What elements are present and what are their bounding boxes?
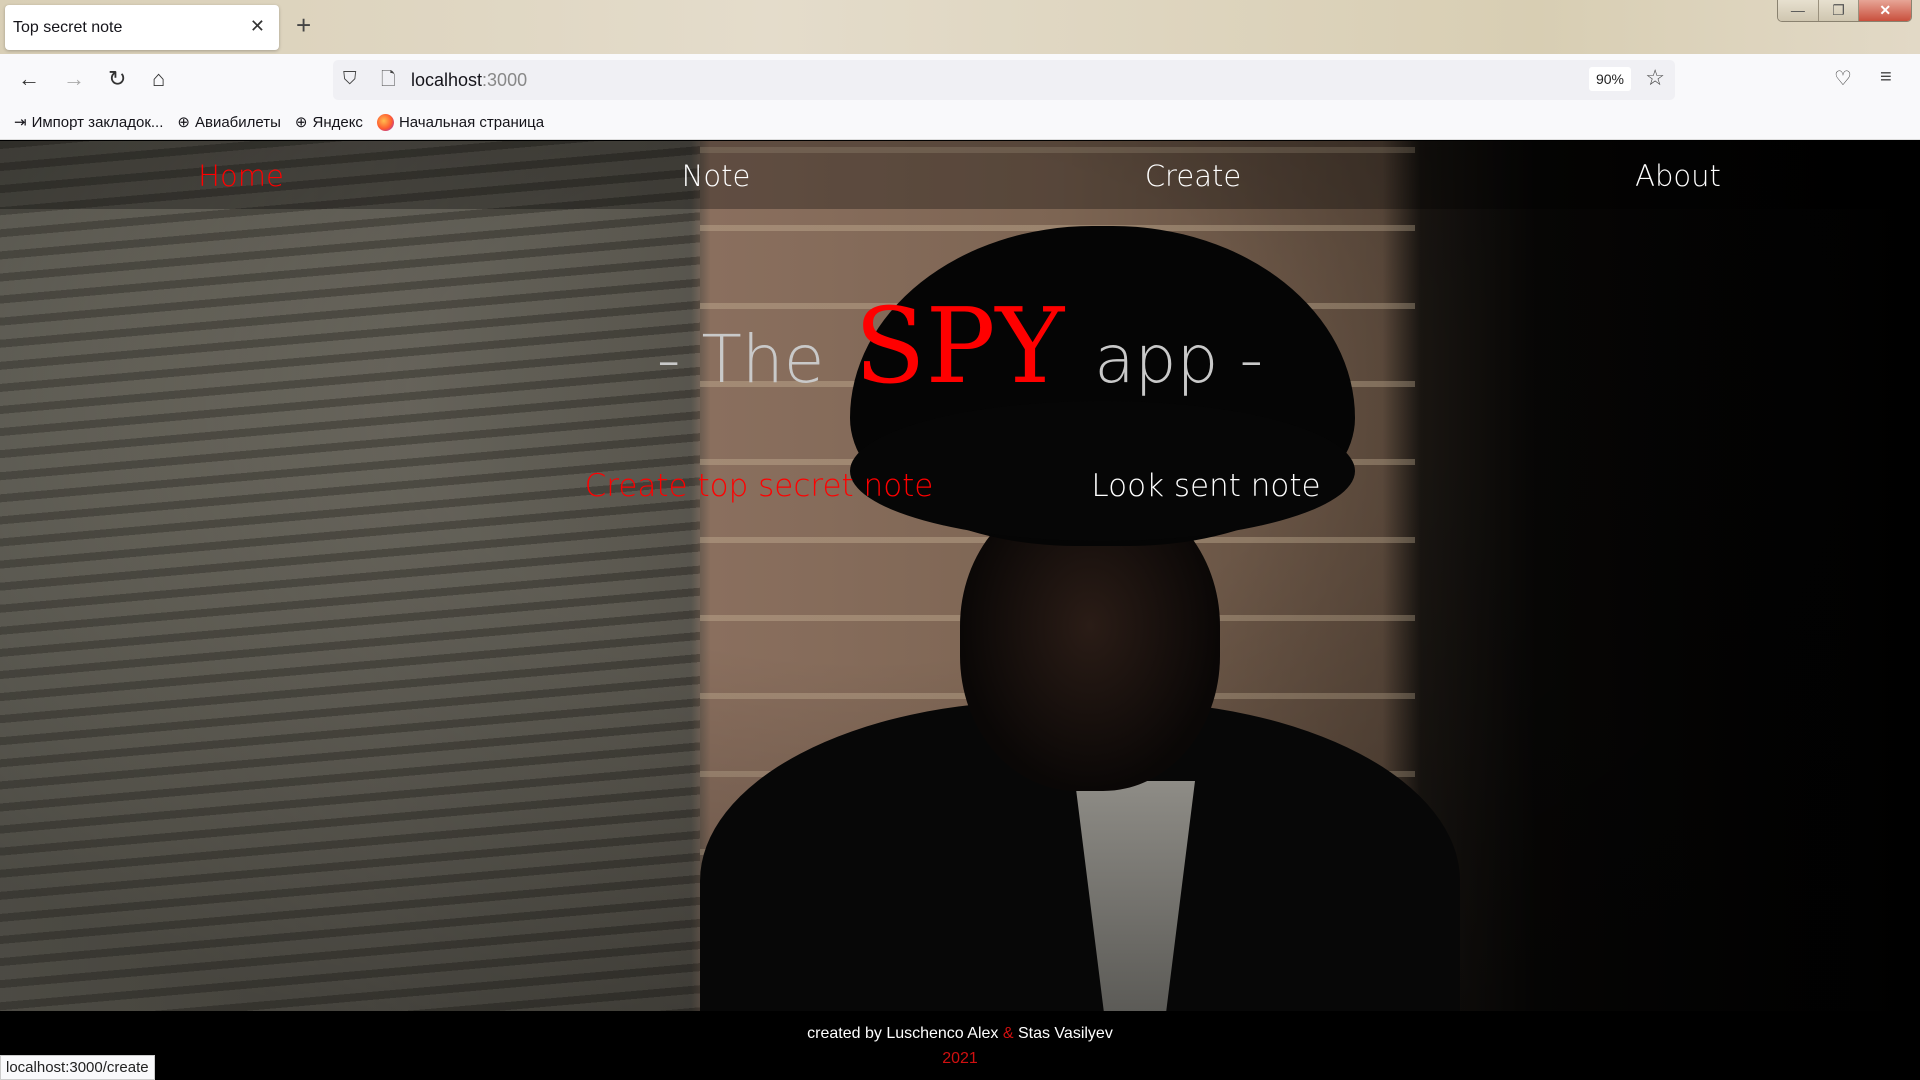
minimize-button[interactable]: — <box>1778 0 1819 21</box>
tab-title: Top secret note <box>13 19 123 36</box>
reload-icon[interactable]: ↻ <box>108 66 126 92</box>
status-bar-url: localhost:3000/create <box>0 1055 155 1080</box>
import-icon: ⇥ <box>14 114 27 131</box>
back-icon[interactable]: ← <box>18 66 40 92</box>
firefox-icon <box>376 113 394 131</box>
globe-icon: ⊕ <box>294 114 308 131</box>
title-prefix: - The <box>656 321 825 398</box>
ampersand: & <box>1002 1025 1014 1042</box>
nav-note[interactable]: Note <box>682 159 751 193</box>
globe-icon: ⊕ <box>177 114 190 131</box>
address-bar[interactable]: ⛉ 🗋 localhost:3000 90% ☆ <box>333 60 1675 100</box>
hero-background-image <box>0 141 1920 1011</box>
bookmark-label: Яндекс <box>312 113 363 131</box>
bookmark-yandex[interactable]: ⊕ Яндекс <box>294 113 363 132</box>
bookmark-label: Начальная страница <box>398 113 545 131</box>
new-tab-button[interactable]: + <box>296 10 311 41</box>
coauthor: Stas Vasilyev <box>1017 1025 1113 1042</box>
create-note-link[interactable]: Create top secret note <box>585 468 934 504</box>
shield-icon[interactable]: ⛉ <box>343 68 357 89</box>
title-suffix: app - <box>1094 321 1264 398</box>
bookmark-import[interactable]: ⇥ Импорт закладок... <box>14 113 164 132</box>
browser-tab[interactable]: Top secret note ✕ <box>5 5 279 50</box>
nav-create[interactable]: Create <box>1145 159 1241 193</box>
bookmark-star-icon[interactable]: ☆ <box>1645 65 1665 91</box>
footer: created by Luschenco Alex & Stas Vasilye… <box>0 1011 1920 1080</box>
footer-year: 2021 <box>942 1050 978 1067</box>
nav-home[interactable]: Home <box>198 159 284 193</box>
pocket-icon[interactable]: ♡ <box>1834 66 1852 91</box>
bookmark-flights[interactable]: ⊕ Авиабилеты <box>177 113 281 132</box>
url-host: localhost <box>411 70 483 90</box>
bookmark-label: Авиабилеты <box>194 113 281 131</box>
page-icon: 🗋 <box>381 69 396 89</box>
nav-about[interactable]: About <box>1635 159 1721 193</box>
bookmarks-bar: ⇥ Импорт закладок... ⊕ Авиабилеты ⊕ Яндекс … <box>14 113 544 131</box>
home-icon[interactable]: ⌂ <box>152 66 165 92</box>
url-text[interactable]: localhost:3000 <box>411 70 527 91</box>
restore-button[interactable]: ❐ <box>1818 0 1860 21</box>
page-title: - The SPY app - <box>0 285 1920 407</box>
forward-icon[interactable]: → <box>63 66 85 92</box>
close-tab-icon[interactable]: ✕ <box>250 16 265 37</box>
browser-toolbar: ← → ↻ ⌂ ⛉ 🗋 localhost:3000 90% ☆ ♡ ≡ ⇥ Им… <box>0 54 1920 140</box>
credits-text: created by Luschenco Alex <box>807 1025 999 1042</box>
browser-tab-bar: Top secret note ✕ + — ❐ ✕ <box>0 0 1920 54</box>
bookmark-label: Импорт закладок... <box>31 113 164 131</box>
window-controls: — ❐ ✕ <box>1777 0 1912 22</box>
look-note-link[interactable]: Look sent note <box>1091 468 1320 504</box>
zoom-level-button[interactable]: 90% <box>1588 67 1631 91</box>
menu-icon[interactable]: ≡ <box>1880 66 1892 89</box>
credits: created by Luschenco Alex & Stas Vasilye… <box>0 1025 1920 1043</box>
url-port: :3000 <box>482 70 528 90</box>
title-brand: SPY <box>854 285 1065 407</box>
close-window-button[interactable]: ✕ <box>1859 0 1911 21</box>
bookmark-start-page[interactable]: Начальная страница <box>376 113 545 131</box>
site-nav: Home Note Create About <box>0 141 1920 209</box>
